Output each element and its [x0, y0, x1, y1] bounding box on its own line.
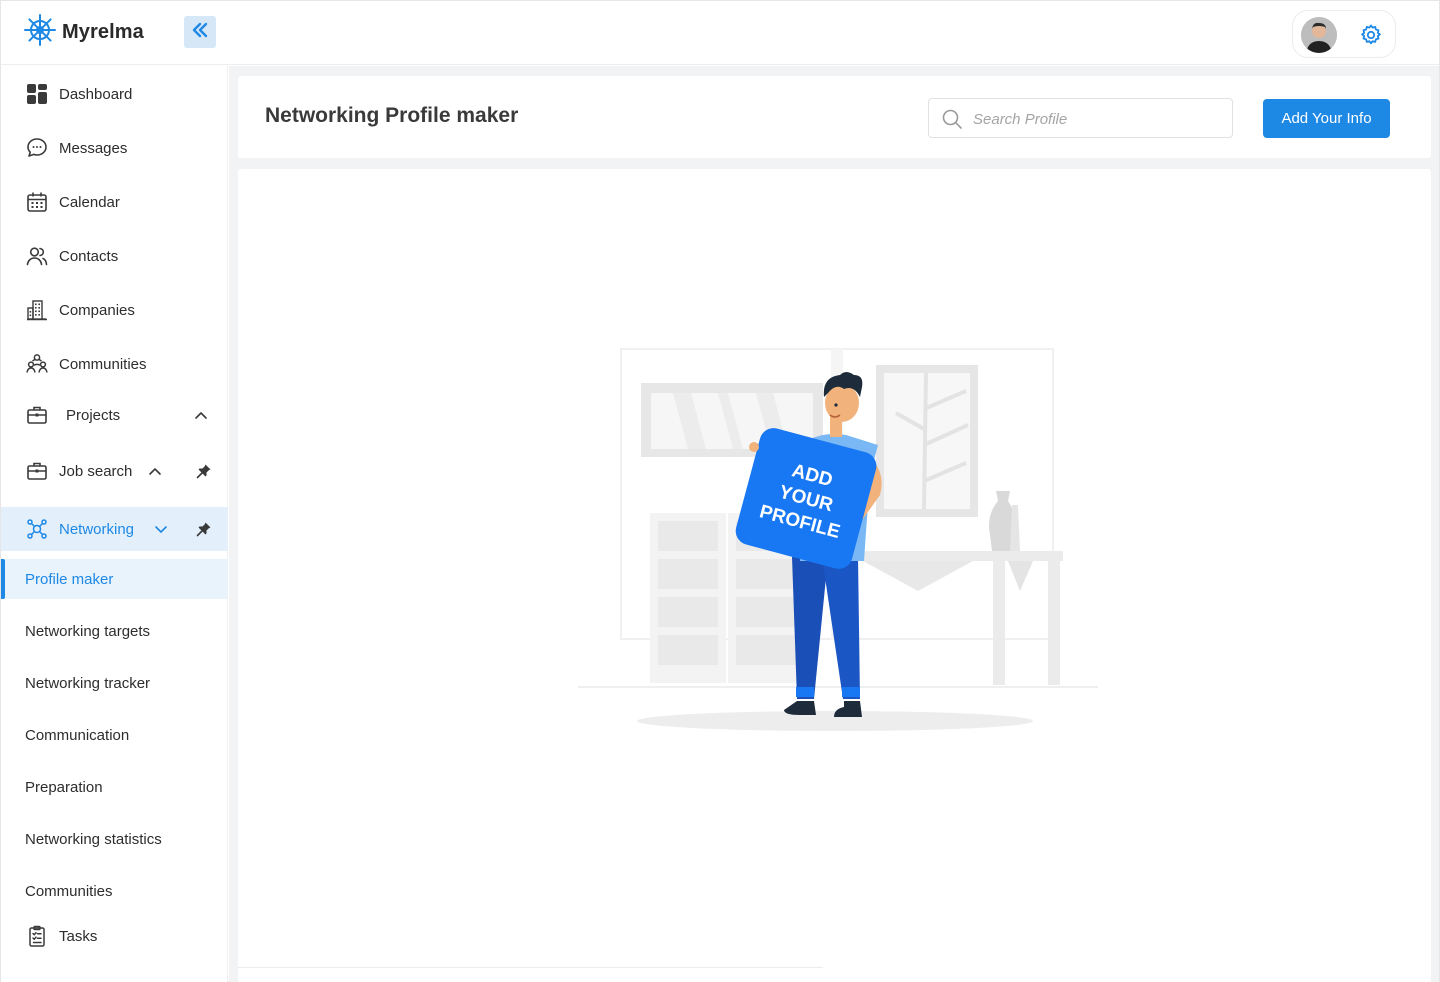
- collapse-sidebar-button[interactable]: [184, 16, 216, 48]
- sidebar-item-label: Networking: [59, 520, 135, 538]
- sidebar-item-contacts[interactable]: Contacts: [1, 234, 228, 278]
- sidebar-subitem-communication[interactable]: Communication: [1, 715, 228, 755]
- briefcase-icon: [25, 459, 49, 483]
- sidebar-subitem-networking-tracker[interactable]: Networking tracker: [1, 663, 228, 703]
- ships-wheel-icon: [24, 13, 56, 51]
- sidebar-item-networking[interactable]: Networking: [1, 507, 228, 551]
- network-icon: [25, 517, 49, 541]
- chevron-up-icon[interactable]: [193, 407, 209, 423]
- sidebar-item-label: Dashboard: [59, 85, 133, 103]
- sidebar-item-label: Job search: [59, 462, 133, 480]
- sidebar-item-messages[interactable]: Messages: [1, 126, 228, 170]
- sidebar-subitem-communities[interactable]: Communities: [1, 871, 228, 911]
- add-your-info-button[interactable]: Add Your Info: [1263, 99, 1390, 138]
- divider: [238, 967, 823, 968]
- pin-icon[interactable]: [196, 463, 212, 479]
- gear-icon: [1359, 24, 1383, 51]
- sidebar-item-communities[interactable]: Communities: [1, 342, 228, 386]
- settings-button[interactable]: [1359, 23, 1383, 47]
- sidebar-item-label: Communities: [59, 355, 147, 373]
- user-controls: [1292, 10, 1396, 58]
- chat-bubble-icon: [25, 136, 49, 160]
- sidebar-item-label: Messages: [59, 139, 128, 157]
- chevron-down-icon[interactable]: [153, 521, 169, 537]
- sidebar-subitem-networking-targets[interactable]: Networking targets: [1, 611, 228, 651]
- top-bar: Myrelma: [1, 1, 1439, 65]
- sidebar-item-label: Projects: [66, 406, 121, 424]
- sidebar-subitem-label: Networking statistics: [25, 830, 162, 848]
- calendar-icon: [25, 190, 49, 214]
- dashboard-grid-icon: [25, 82, 49, 106]
- sidebar-item-calendar[interactable]: Calendar: [1, 180, 228, 224]
- sidebar: Dashboard Messages Calendar Contacts Com…: [1, 66, 228, 982]
- add-your-profile-illustration: ADD YOUR PROFILE: [578, 348, 1098, 731]
- app-name: Myrelma: [62, 20, 144, 43]
- sidebar-item-companies[interactable]: Companies: [1, 288, 228, 332]
- sidebar-item-dashboard[interactable]: Dashboard: [1, 72, 228, 116]
- sidebar-item-label: Calendar: [59, 193, 120, 211]
- sidebar-item-label: Companies: [59, 301, 135, 319]
- sidebar-subitem-label: Networking targets: [25, 622, 151, 640]
- building-icon: [25, 298, 49, 322]
- clipboard-checklist-icon: [25, 924, 49, 948]
- community-icon: [25, 352, 49, 376]
- sidebar-subitem-label: Communication: [25, 726, 130, 744]
- search-input[interactable]: [973, 107, 1223, 131]
- pin-icon[interactable]: [196, 521, 212, 537]
- content-panel: ADD YOUR PROFILE: [238, 169, 1431, 982]
- chevron-up-icon[interactable]: [147, 463, 163, 479]
- double-chevron-left-icon: [191, 21, 209, 44]
- sidebar-item-label: Tasks: [59, 927, 98, 945]
- sidebar-subitem-networking-statistics[interactable]: Networking statistics: [1, 819, 228, 859]
- sidebar-item-projects[interactable]: Projects: [1, 393, 228, 437]
- sidebar-subitem-label: Profile maker: [25, 570, 114, 588]
- page-header: Networking Profile maker Add Your Info: [238, 76, 1431, 158]
- sidebar-subitem-label: Communities: [25, 882, 113, 900]
- page-title: Networking Profile maker: [265, 104, 519, 127]
- sidebar-subitem-label: Networking tracker: [25, 674, 151, 692]
- brand[interactable]: Myrelma: [24, 13, 144, 51]
- briefcase-icon: [25, 403, 49, 427]
- search-box[interactable]: [928, 98, 1233, 138]
- users-icon: [25, 244, 49, 268]
- sidebar-item-job-search[interactable]: Job search: [1, 449, 228, 493]
- sidebar-subitem-profile-maker[interactable]: Profile maker: [1, 559, 228, 599]
- sidebar-item-tasks[interactable]: Tasks: [1, 914, 228, 958]
- sidebar-subitem-preparation[interactable]: Preparation: [1, 767, 228, 807]
- avatar[interactable]: [1301, 17, 1337, 53]
- sidebar-item-label: Contacts: [59, 247, 119, 265]
- sidebar-subitem-label: Preparation: [25, 778, 103, 796]
